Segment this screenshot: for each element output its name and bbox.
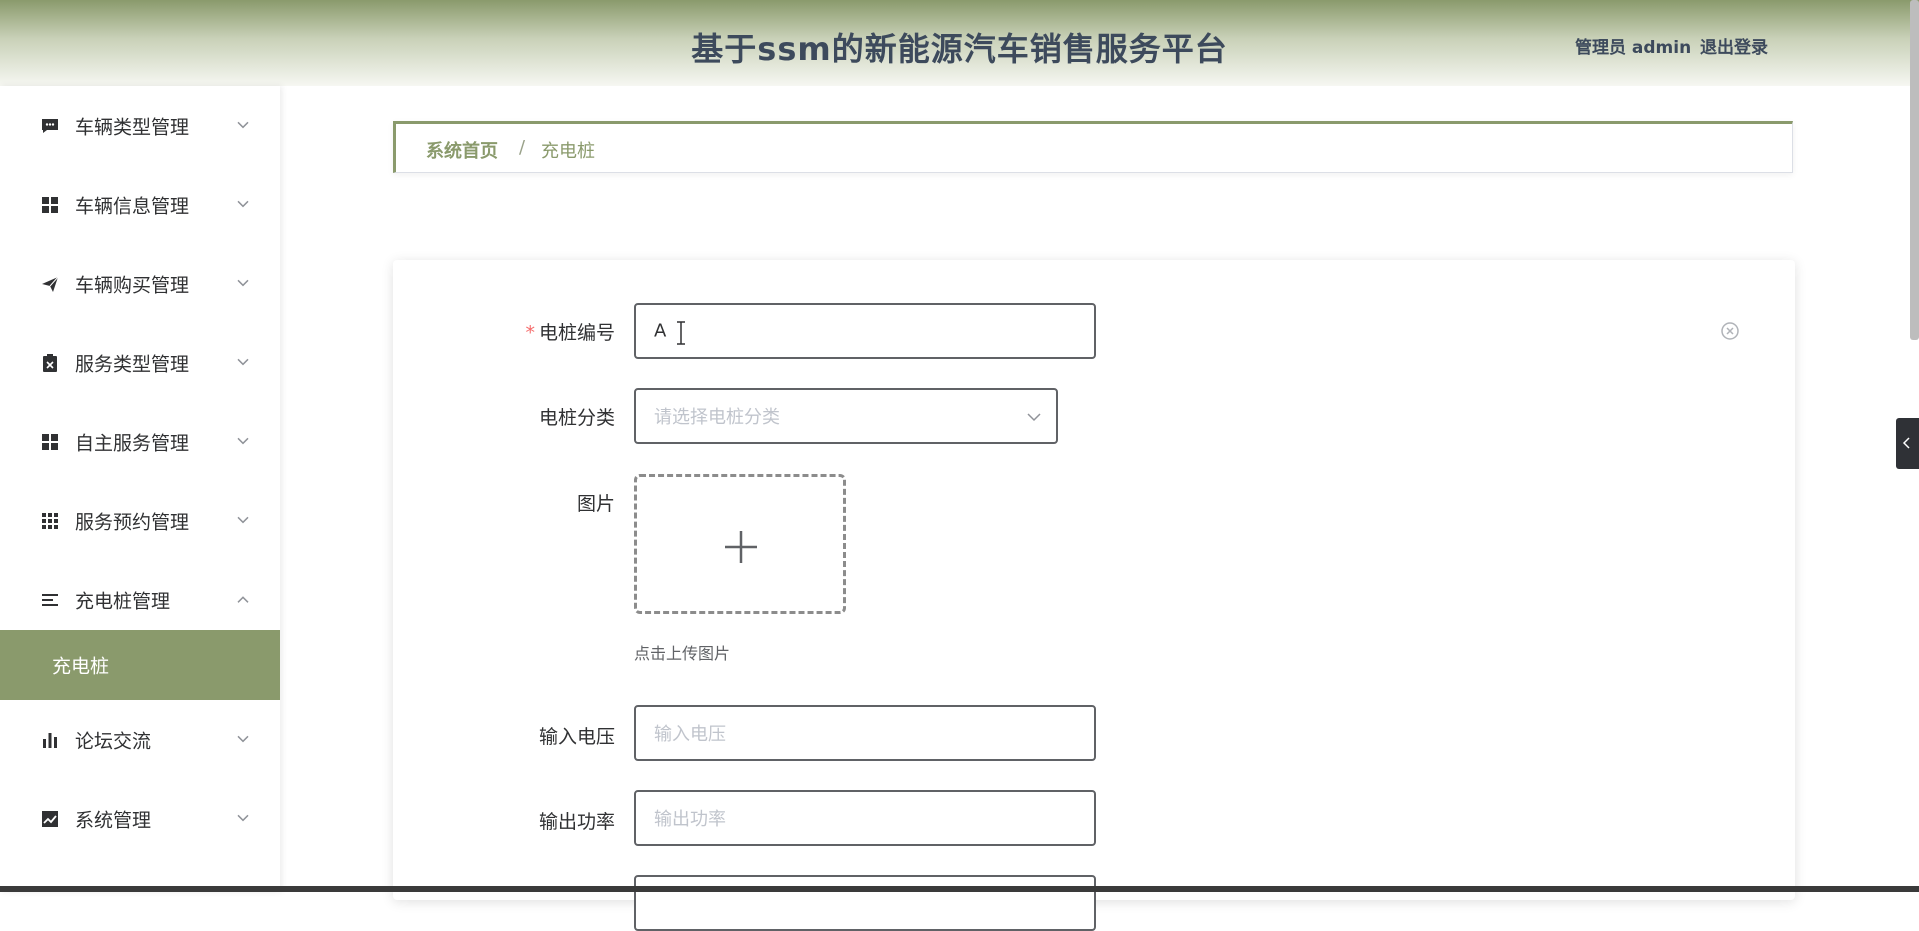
grid-icon [42,433,58,450]
text-cursor-icon [677,321,685,345]
sidebar-item-label: 充电桩管理 [75,590,171,612]
breadcrumb-current: 充电桩 [541,141,595,162]
breadcrumb-separator: / [519,137,526,158]
sidebar-item-system[interactable]: 系统管理 [0,779,280,858]
input-voltage-label: 输入电压 [538,726,615,748]
sidebar-item-service-type[interactable]: 服务类型管理 [0,323,280,402]
sidebar-subitem-charging-pile[interactable]: 充电桩 [0,630,280,700]
category-select[interactable]: 请选择电桩分类 [634,388,1058,444]
line-chart-icon [42,810,58,827]
category-label: 电桩分类 [538,407,615,429]
clear-icon[interactable] [1720,321,1740,341]
list-icon [42,593,58,606]
pile-no-label: * 电桩编号 [525,322,615,344]
image-label: 图片 [576,493,615,515]
sidebar-item-label: 系统管理 [75,809,152,831]
pile-no-value: A [654,320,667,342]
send-icon [42,276,59,292]
scrollbar[interactable] [1910,0,1919,340]
sidebar-item-service-booking[interactable]: 服务预约管理 [0,481,280,560]
upload-hint: 点击上传图片 [634,644,731,663]
breadcrumb: 系统首页 / 充电桩 [393,121,1793,173]
clipboard-icon [43,353,57,372]
grid-icon [42,196,58,213]
chat-icon [42,118,58,133]
plus-icon [725,531,757,563]
sidebar-item-label: 服务预约管理 [75,511,190,533]
chevron-down-icon [237,121,249,128]
sidebar-item-label: 论坛交流 [75,730,152,752]
sidebar-item-label: 车辆信息管理 [75,195,190,217]
sidebar-item-vehicle-purchase[interactable]: 车辆购买管理 [0,244,280,323]
pile-no-input[interactable]: A [634,303,1096,359]
chevron-down-icon [237,516,249,523]
sidebar-item-label: 车辆类型管理 [75,116,190,138]
sidebar-item-label: 服务类型管理 [75,353,190,375]
sidebar-item-forum[interactable]: 论坛交流 [0,700,280,779]
bar-chart-icon [43,732,57,748]
chevron-down-icon [237,200,249,207]
side-panel-toggle[interactable] [1896,418,1919,469]
input-voltage-field[interactable]: 输入电压 [634,705,1096,761]
chevron-left-icon [1902,437,1910,449]
sidebar-subitem-label: 充电桩 [52,655,110,678]
bottom-bar [0,886,1919,892]
chevron-down-icon [1027,413,1041,422]
output-power-field[interactable]: 输出功率 [634,790,1096,846]
breadcrumb-home[interactable]: 系统首页 [426,137,498,163]
output-power-label: 输出功率 [538,811,615,833]
sidebar-item-charging-pile[interactable]: 充电桩管理 [0,560,280,639]
input-voltage-placeholder: 输入电压 [654,724,726,745]
sidebar-item-vehicle-info[interactable]: 车辆信息管理 [0,165,280,244]
next-field[interactable] [634,875,1096,931]
chevron-down-icon [237,437,249,444]
chevron-down-icon [237,735,249,742]
chevron-down-icon [237,814,249,821]
sidebar-item-label: 自主服务管理 [75,432,190,454]
apps-icon [42,512,58,529]
sidebar-item-self-service[interactable]: 自主服务管理 [0,402,280,481]
image-upload-box[interactable] [634,474,846,614]
sidebar-item-label: 车辆购买管理 [75,274,190,296]
sidebar-item-vehicle-type[interactable]: 车辆类型管理 [0,86,280,165]
chevron-down-icon [237,358,249,365]
form-card: * 电桩编号 A 电桩分类 请选择电桩分类 图片 点击上传图片 输入电压 输入电压… [393,260,1795,931]
logout-link[interactable]: 退出登录 [1700,33,1768,58]
chevron-down-icon [237,279,249,286]
top-header: 基于ssm的新能源汽车销售服务平台 管理员 admin 退出登录 [0,0,1919,86]
sidebar: 车辆类型管理 车辆信息管理 车辆购买管理 服务类型管理 自主服务管理 服务预约管… [0,86,280,892]
current-user: 管理员 admin [1575,38,1692,58]
category-placeholder: 请选择电桩分类 [654,407,780,428]
output-power-placeholder: 输出功率 [654,809,726,830]
required-asterisk: * [525,322,535,344]
chevron-up-icon [237,595,249,603]
